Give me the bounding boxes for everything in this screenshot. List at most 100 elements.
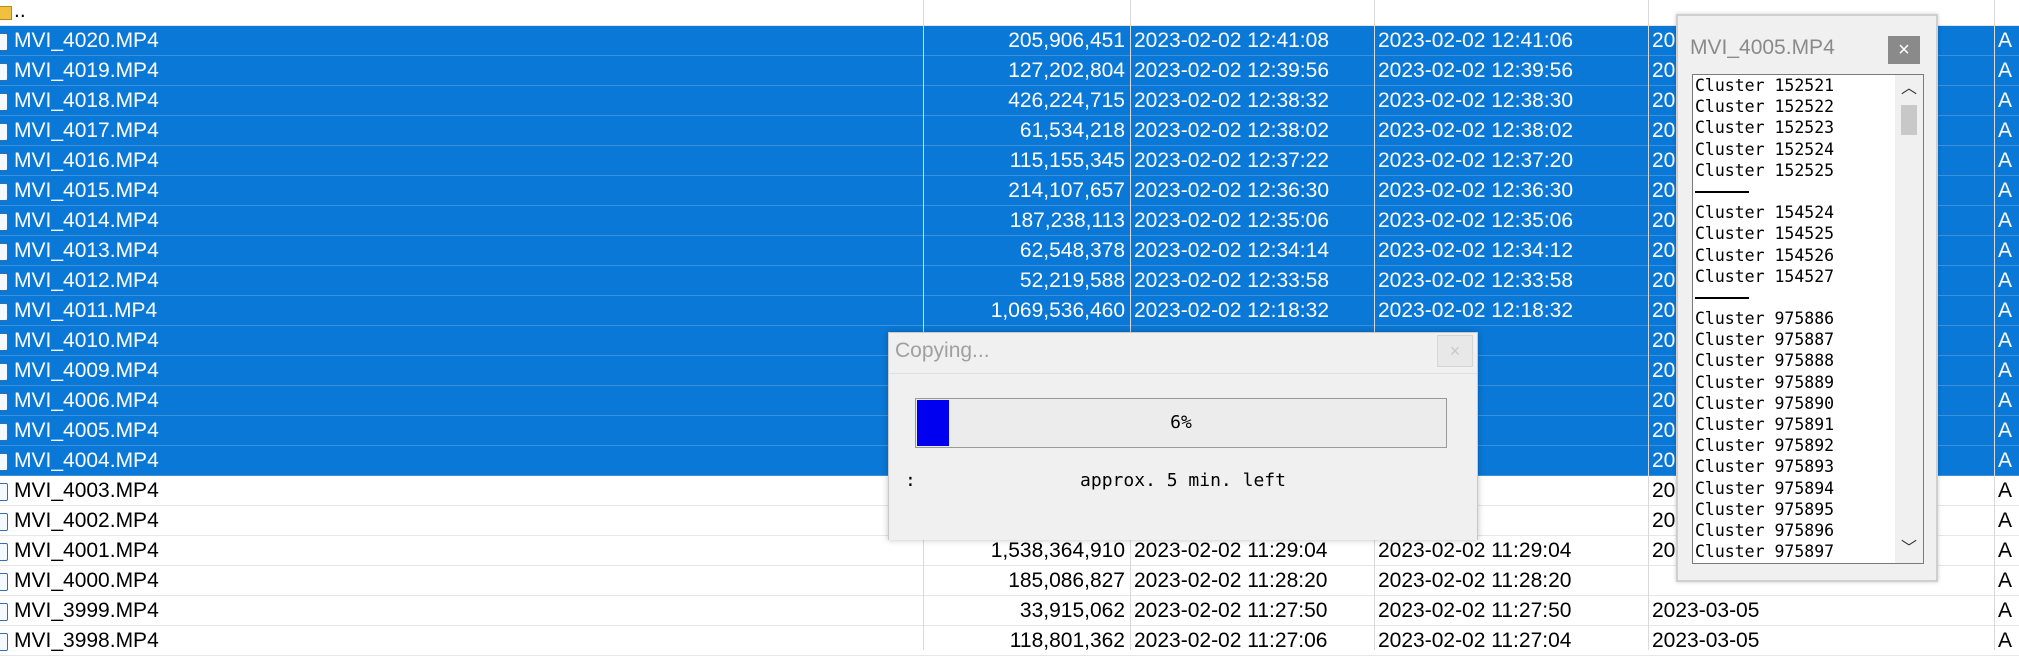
cluster-entry[interactable]: Cluster 975886 [1695,308,1895,329]
scroll-up-icon[interactable]: ︿ [1895,75,1923,103]
column-separator[interactable] [1374,0,1375,650]
close-icon[interactable]: × [1437,335,1473,367]
file-name: MVI_4006.MP4 [14,389,159,412]
cluster-separator [1695,181,1895,202]
video-file-icon [0,573,8,591]
column-separator[interactable] [923,0,924,650]
cluster-entry[interactable]: Cluster 975887 [1695,329,1895,350]
created-date: 2023-02-02 12:35:06 [1134,209,1329,232]
cluster-entry[interactable]: Cluster 154525 [1695,223,1895,244]
cluster-entry[interactable]: Cluster 152524 [1695,139,1895,160]
file-row[interactable]: MVI_3998.MP4 118,801,362 2023-02-02 11:27:… [0,626,2019,656]
cluster-entry[interactable]: Cluster 154527 [1695,266,1895,287]
file-icon-cell [0,446,10,476]
file-attributes: A [1998,329,2013,352]
cluster-entry[interactable]: Cluster 152523 [1695,117,1895,138]
file-name: MVI_4010.MP4 [14,329,159,352]
video-file-icon [0,633,8,651]
created-date: 2023-02-02 11:28:20 [1134,569,1328,592]
modified-date: 2023-02-02 11:27:50 [1378,599,1572,622]
file-attributes: A [1998,239,2013,262]
scroll-down-icon[interactable]: ﹀ [1895,535,1923,563]
modified-date: 2023-02-02 12:37:20 [1378,149,1573,172]
file-attributes: A [1998,419,2013,442]
file-attributes: A [1998,629,2013,652]
file-name: MVI_4000.MP4 [14,569,159,592]
copy-progress-bar: 6% [915,398,1447,448]
modified-date: 2023-02-02 12:34:12 [1378,239,1573,262]
cluster-entry[interactable]: Cluster 975888 [1695,350,1895,371]
cluster-entry[interactable]: Cluster 154526 [1695,245,1895,266]
column-separator[interactable] [1994,0,1995,650]
file-size: 214,107,657 [1008,179,1125,202]
file-icon-cell [0,506,10,536]
scrollbar-thumb[interactable] [1901,105,1917,135]
cluster-entry[interactable]: Cluster 975893 [1695,456,1895,477]
cluster-map-window[interactable]: MVI_4005.MP4 × Cluster 152521 Cluster 152… [1676,14,1938,582]
modified-date: 2023-02-02 12:38:30 [1378,89,1573,112]
file-attributes: A [1998,269,2013,292]
file-size: 33,915,062 [1019,599,1125,622]
file-attributes: A [1998,449,2013,472]
file-size: 52,219,588 [1019,269,1125,292]
file-name: MVI_4016.MP4 [14,149,159,172]
progress-percent-label: 6% [1170,412,1192,433]
file-size: 187,238,113 [1009,209,1125,232]
close-icon[interactable]: × [1888,36,1920,64]
file-attributes: A [1998,89,2013,112]
file-attributes: A [1998,179,2013,202]
cluster-entry[interactable]: Cluster 975896 [1695,520,1895,541]
created-date: 2023-02-02 11:27:50 [1134,599,1328,622]
cluster-entry[interactable]: Cluster 975890 [1695,393,1895,414]
modified-date: 2023-02-02 12:36:30 [1378,179,1573,202]
cluster-entry[interactable]: Cluster 152525 [1695,160,1895,181]
created-date: 2023-02-02 12:36:30 [1134,179,1329,202]
file-icon-cell [0,416,10,446]
file-size: 118,801,362 [1009,629,1125,652]
cluster-entry[interactable]: Cluster 975892 [1695,435,1895,456]
cluster-entry[interactable]: Cluster 975897 [1695,541,1895,562]
column-separator[interactable] [1130,0,1131,650]
column-separator[interactable] [1648,0,1649,650]
parent-directory-label: .. [14,0,26,22]
file-name: MVI_4012.MP4 [14,269,159,292]
file-icon-cell [0,206,10,236]
cluster-entry[interactable]: Cluster 975889 [1695,372,1895,393]
cluster-entry[interactable]: Cluster 152522 [1695,96,1895,117]
file-size: 1,538,364,910 [990,539,1125,562]
file-name: MVI_4002.MP4 [14,509,159,532]
copying-dialog[interactable]: Copying... × 6% : approx. 5 min. left [888,332,1478,540]
created-date: 2023-02-02 11:27:06 [1134,629,1328,652]
created-date: 2023-02-02 12:38:32 [1134,89,1329,112]
cluster-entry[interactable]: Cluster 152521 [1695,75,1895,96]
video-file-icon [0,393,8,411]
cluster-entry[interactable]: Cluster 975894 [1695,478,1895,499]
file-name: MVI_4015.MP4 [14,179,159,202]
file-icon-cell [0,56,10,86]
video-file-icon [0,513,8,531]
file-attributes: A [1998,209,2013,232]
file-icon-cell [0,26,10,56]
cluster-entry[interactable]: Cluster 975898 [1695,562,1895,563]
cluster-entry[interactable]: Cluster 975895 [1695,499,1895,520]
accessed-date: 2023-03-05 [1652,599,1760,622]
file-size: 127,202,804 [1008,59,1125,82]
video-file-icon [0,453,8,471]
video-file-icon [0,183,8,201]
file-icon-cell [0,386,10,416]
file-size: 61,534,218 [1019,119,1125,142]
file-attributes: A [1998,119,2013,142]
cluster-listbox[interactable]: Cluster 152521 Cluster 152522 Cluster 1525… [1692,74,1924,564]
file-icon-cell [0,476,10,506]
cluster-entry[interactable]: Cluster 975891 [1695,414,1895,435]
vertical-scrollbar[interactable]: ︿ ﹀ [1895,75,1923,563]
modified-date: 2023-02-02 11:27:04 [1378,629,1572,652]
modified-date: 2023-02-02 12:39:56 [1378,59,1573,82]
cluster-entry[interactable]: Cluster 154524 [1695,202,1895,223]
file-icon-cell [0,596,10,626]
accessed-date: 2023-03-05 [1652,629,1760,652]
video-file-icon [0,33,8,51]
file-row[interactable]: MVI_3999.MP4 33,915,062 2023-02-02 11:27:5… [0,596,2019,626]
file-icon-cell [0,86,10,116]
modified-date: 2023-02-02 12:38:02 [1378,119,1573,142]
